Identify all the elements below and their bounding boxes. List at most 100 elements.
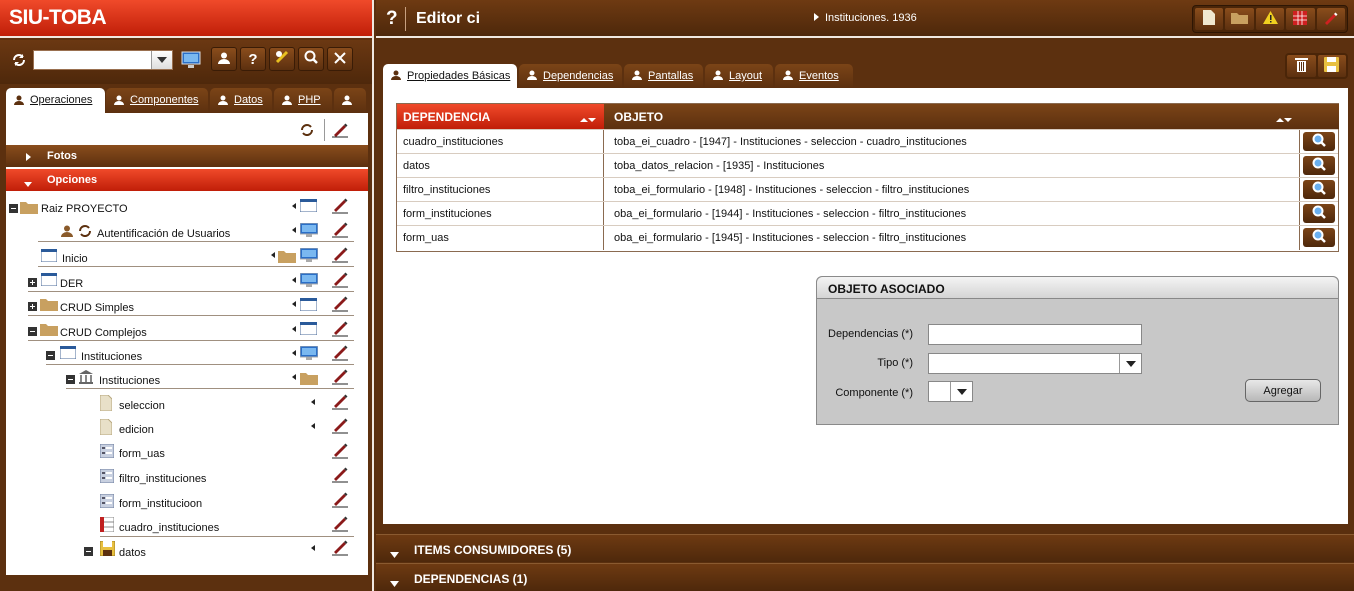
chevron-down-icon[interactable] (151, 51, 172, 69)
tree-node-cuadro-instituciones[interactable]: cuadro_instituciones (99, 516, 354, 537)
pencil-icon[interactable] (331, 343, 349, 361)
tab-php[interactable]: PHP (274, 88, 332, 113)
caret-left-icon[interactable] (311, 399, 315, 405)
caret-left-icon[interactable] (311, 423, 315, 429)
tipo-select[interactable] (928, 353, 1142, 374)
window-icon[interactable] (299, 297, 318, 314)
tab-propiedades-basicas[interactable]: Propiedades Básicas (383, 64, 517, 88)
help-button[interactable]: ? (240, 47, 266, 71)
pencil-icon[interactable] (331, 367, 349, 385)
breadcrumb[interactable]: Instituciones. 1936 (814, 12, 917, 24)
monitor-icon[interactable] (299, 247, 319, 265)
window-icon[interactable] (299, 198, 318, 215)
componente-select[interactable] (928, 381, 973, 402)
caret-left-icon[interactable] (292, 350, 296, 356)
tab-operaciones[interactable]: Operaciones (6, 88, 105, 113)
tab-pantallas[interactable]: Pantallas (624, 64, 703, 88)
caret-left-icon[interactable] (271, 252, 275, 258)
section-items-consumidores[interactable]: ITEMS CONSUMIDORES (5) (376, 534, 1354, 562)
pencil-icon[interactable] (331, 319, 349, 337)
refresh-icon[interactable] (11, 52, 27, 68)
view-button[interactable] (1303, 204, 1335, 223)
pencil-icon[interactable] (331, 220, 349, 238)
tree-node-datos[interactable]: datos (84, 540, 304, 561)
folder-button[interactable] (1225, 8, 1254, 30)
pencil-icon[interactable] (331, 270, 349, 288)
pencil-icon[interactable] (331, 490, 349, 508)
section-opciones[interactable]: Opciones (6, 169, 368, 191)
delete-button[interactable] (1287, 55, 1316, 77)
view-button[interactable] (1303, 228, 1335, 247)
caret-left-icon[interactable] (292, 301, 296, 307)
pencil-icon[interactable] (331, 245, 349, 263)
caret-left-icon[interactable] (292, 227, 296, 233)
view-button[interactable] (1303, 132, 1335, 151)
section-fotos[interactable]: Fotos (6, 145, 368, 167)
expand-icon[interactable] (84, 547, 93, 559)
section-dependencias[interactable]: DEPENDENCIAS (1) (376, 563, 1354, 591)
pencil-icon[interactable] (331, 514, 349, 532)
tree-node-seleccion[interactable]: seleccion (99, 394, 300, 415)
view-button[interactable] (1303, 180, 1335, 199)
tab-eventos[interactable]: Eventos (775, 64, 853, 88)
chevron-down-icon[interactable] (1119, 354, 1141, 373)
table-row[interactable]: form_instituciones oba_ei_formulario - [… (397, 201, 1338, 226)
pencil-icon[interactable] (331, 120, 349, 138)
caret-left-icon[interactable] (292, 326, 296, 332)
search-button[interactable] (298, 47, 324, 71)
tree-node-edicion[interactable]: edicion (99, 418, 300, 439)
pencil-icon[interactable] (331, 392, 349, 410)
edit-button[interactable] (1316, 8, 1346, 30)
save-button[interactable] (1317, 55, 1346, 77)
pencil-icon[interactable] (331, 441, 349, 459)
dependencias-field[interactable] (928, 324, 1142, 345)
tab-layout[interactable]: Layout (705, 64, 773, 88)
tree-node-filtro-instituciones[interactable]: filtro_instituciones (99, 468, 300, 488)
pencil-icon[interactable] (331, 538, 349, 556)
tab-datos[interactable]: Datos (210, 88, 272, 113)
tree-node-form-institucioon[interactable]: form_institucioon (99, 493, 300, 513)
pencil-icon[interactable] (331, 416, 349, 434)
monitor-icon[interactable] (299, 222, 319, 240)
pencil-icon[interactable] (331, 294, 349, 312)
new-file-button[interactable] (1195, 8, 1224, 30)
sort-icon[interactable] (1276, 113, 1292, 127)
sync-icon[interactable] (299, 122, 315, 138)
window-icon[interactable] (299, 321, 318, 338)
collapse-icon[interactable] (46, 351, 55, 363)
collapse-icon[interactable] (66, 375, 75, 387)
expand-icon[interactable] (28, 302, 37, 314)
agregar-button[interactable]: Agregar (1245, 379, 1321, 402)
caret-left-icon[interactable] (292, 374, 296, 380)
tree-node-form-uas[interactable]: form_uas (99, 443, 300, 463)
monitor-icon[interactable] (299, 345, 319, 363)
collapse-icon[interactable] (9, 204, 18, 216)
folder-icon[interactable] (278, 249, 296, 266)
chevron-down-icon[interactable] (950, 382, 972, 401)
pencil-icon[interactable] (331, 465, 349, 483)
sort-icon[interactable] (580, 113, 596, 127)
tools-button[interactable] (269, 47, 295, 71)
view-button[interactable] (1303, 156, 1335, 175)
table-row[interactable]: datos toba_datos_relacion - [1935] - Ins… (397, 153, 1338, 178)
tab-componentes[interactable]: Componentes (106, 88, 208, 113)
close-button[interactable] (327, 47, 353, 71)
pencil-icon[interactable] (331, 196, 349, 214)
tab-dependencias[interactable]: Dependencias (519, 64, 622, 88)
user-button[interactable] (211, 47, 237, 71)
table-row[interactable]: filtro_instituciones toba_ei_formulario … (397, 177, 1338, 202)
column-header-dependencia[interactable]: DEPENDENCIA (397, 104, 604, 129)
table-row[interactable]: cuadro_instituciones toba_ei_cuadro - [1… (397, 129, 1338, 154)
project-select[interactable] (33, 50, 173, 70)
caret-left-icon[interactable] (292, 203, 296, 209)
folder-icon[interactable] (300, 371, 318, 388)
column-header-objeto[interactable]: OBJETO (604, 104, 1300, 129)
collapse-icon[interactable] (28, 327, 37, 339)
warning-button[interactable] (1255, 8, 1285, 30)
monitor-icon[interactable] (299, 272, 319, 290)
grid-button[interactable] (1286, 8, 1315, 30)
table-row[interactable]: form_uas oba_ei_formulario - [1945] - In… (397, 225, 1338, 250)
tab-extra[interactable] (334, 88, 366, 113)
monitor-icon[interactable] (181, 51, 201, 69)
expand-icon[interactable] (28, 278, 37, 290)
